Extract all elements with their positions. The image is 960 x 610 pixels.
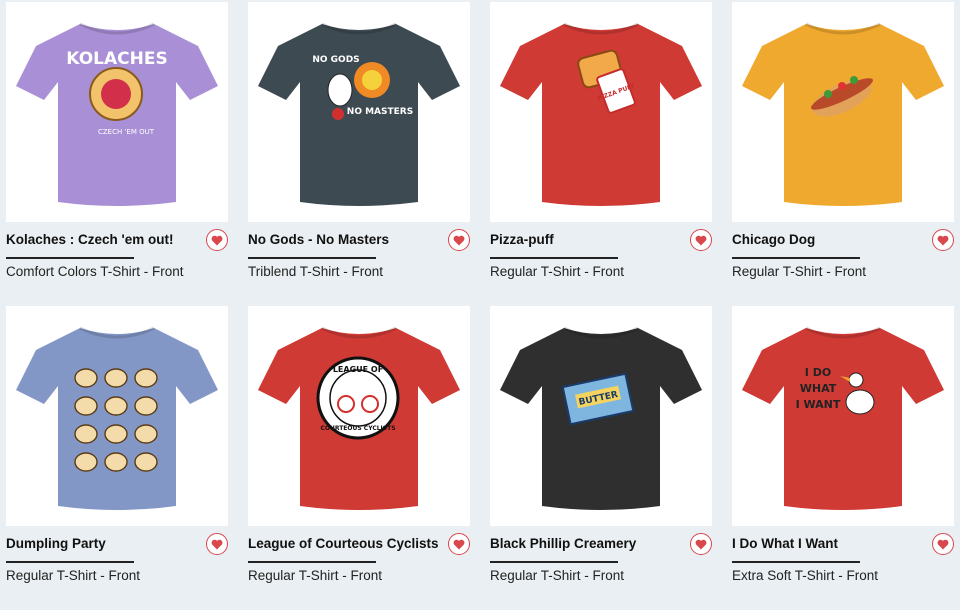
product-title[interactable]: Pizza-puff bbox=[490, 232, 554, 247]
product-subtitle: Triblend T-Shirt - Front bbox=[248, 264, 384, 279]
product-card: Chicago Dog Regular T-Shirt - Front bbox=[732, 2, 954, 306]
tshirt-shape bbox=[500, 24, 702, 206]
tshirt-illustration: BUTTER bbox=[500, 326, 702, 510]
svg-text:I WANT: I WANT bbox=[796, 398, 841, 411]
favorite-button[interactable] bbox=[448, 533, 470, 555]
title-underline bbox=[490, 257, 618, 259]
product-subtitle: Comfort Colors T-Shirt - Front bbox=[6, 264, 184, 279]
product-title[interactable]: Black Phillip Creamery bbox=[490, 536, 636, 551]
heart-icon bbox=[695, 235, 707, 245]
product-title[interactable]: Kolaches : Czech 'em out! bbox=[6, 232, 174, 247]
heart-icon bbox=[695, 539, 707, 549]
product-card: NO GODS NO MASTERS No Gods - No Masters … bbox=[248, 2, 470, 306]
product-subtitle: Regular T-Shirt - Front bbox=[732, 264, 867, 279]
title-underline bbox=[732, 257, 860, 259]
tshirt-shape bbox=[16, 328, 218, 510]
product-title[interactable]: No Gods - No Masters bbox=[248, 232, 389, 247]
title-underline bbox=[6, 257, 134, 259]
product-subtitle: Regular T-Shirt - Front bbox=[490, 568, 625, 583]
tshirt-illustration bbox=[16, 326, 218, 510]
favorite-button[interactable] bbox=[206, 533, 228, 555]
tshirt-artwork: LEAGUE OF COURTEOUS CYCLISTS bbox=[316, 356, 400, 440]
title-underline bbox=[248, 561, 376, 563]
svg-text:LEAGUE OF: LEAGUE OF bbox=[333, 365, 383, 374]
favorite-button[interactable] bbox=[932, 533, 954, 555]
tshirt-illustration: NO GODS NO MASTERS bbox=[258, 22, 460, 206]
product-title[interactable]: I Do What I Want bbox=[732, 536, 838, 551]
title-underline bbox=[490, 561, 618, 563]
tshirt-illustration: PIZZA PUFF bbox=[500, 22, 702, 206]
heart-icon bbox=[937, 539, 949, 549]
favorite-button[interactable] bbox=[932, 229, 954, 251]
product-image[interactable]: KOLACHES CZECH 'EM OUT bbox=[6, 2, 228, 222]
tshirt-shape bbox=[742, 24, 944, 206]
svg-text:NO MASTERS: NO MASTERS bbox=[347, 107, 413, 117]
product-image[interactable] bbox=[6, 306, 228, 526]
product-image[interactable]: LEAGUE OF COURTEOUS CYCLISTS bbox=[248, 306, 470, 526]
product-card: LEAGUE OF COURTEOUS CYCLISTS League of C… bbox=[248, 306, 470, 610]
tshirt-illustration: I DO WHAT I WANT bbox=[742, 326, 944, 510]
tshirt-illustration: LEAGUE OF COURTEOUS CYCLISTS bbox=[258, 326, 460, 510]
title-underline bbox=[732, 561, 860, 563]
product-image[interactable]: BUTTER bbox=[490, 306, 712, 526]
favorite-button[interactable] bbox=[448, 229, 470, 251]
product-title[interactable]: Dumpling Party bbox=[6, 536, 106, 551]
favorite-button[interactable] bbox=[206, 229, 228, 251]
svg-text:NO GODS: NO GODS bbox=[312, 55, 359, 65]
product-card: BUTTER Black Phillip Creamery Regular T-… bbox=[490, 306, 712, 610]
product-image[interactable]: PIZZA PUFF bbox=[490, 2, 712, 222]
favorite-button[interactable] bbox=[690, 229, 712, 251]
product-image[interactable]: NO GODS NO MASTERS bbox=[248, 2, 470, 222]
art-text: KOLACHES bbox=[66, 49, 167, 69]
product-image[interactable]: I DO WHAT I WANT bbox=[732, 306, 954, 526]
product-image[interactable] bbox=[732, 2, 954, 222]
product-subtitle: Extra Soft T-Shirt - Front bbox=[732, 568, 879, 583]
product-subtitle: Regular T-Shirt - Front bbox=[6, 568, 141, 583]
svg-text:WHAT: WHAT bbox=[800, 382, 837, 395]
heart-icon bbox=[453, 539, 465, 549]
tshirt-illustration: KOLACHES CZECH 'EM OUT bbox=[16, 22, 218, 206]
heart-icon bbox=[453, 235, 465, 245]
product-subtitle: Regular T-Shirt - Front bbox=[490, 264, 625, 279]
heart-icon bbox=[211, 235, 223, 245]
svg-text:COURTEOUS CYCLISTS: COURTEOUS CYCLISTS bbox=[320, 425, 395, 432]
product-card: Dumpling Party Regular T-Shirt - Front bbox=[6, 306, 228, 610]
product-grid: KOLACHES CZECH 'EM OUT Kolaches : Czech … bbox=[6, 2, 954, 610]
heart-icon bbox=[937, 235, 949, 245]
heart-icon bbox=[211, 539, 223, 549]
svg-text:CZECH 'EM OUT: CZECH 'EM OUT bbox=[98, 128, 155, 136]
product-title[interactable]: League of Courteous Cyclists bbox=[248, 536, 439, 551]
product-card: I DO WHAT I WANT I Do What I Want Extra … bbox=[732, 306, 954, 610]
title-underline bbox=[6, 561, 134, 563]
svg-text:I DO: I DO bbox=[805, 366, 831, 379]
product-title[interactable]: Chicago Dog bbox=[732, 232, 815, 247]
product-card: KOLACHES CZECH 'EM OUT Kolaches : Czech … bbox=[6, 2, 228, 306]
product-card: PIZZA PUFF Pizza-puff Regular T-Shirt - … bbox=[490, 2, 712, 306]
tshirt-illustration bbox=[742, 22, 944, 206]
tshirt-shape bbox=[500, 328, 702, 510]
title-underline bbox=[248, 257, 376, 259]
favorite-button[interactable] bbox=[690, 533, 712, 555]
tshirt-shape bbox=[742, 328, 944, 510]
product-subtitle: Regular T-Shirt - Front bbox=[248, 568, 383, 583]
